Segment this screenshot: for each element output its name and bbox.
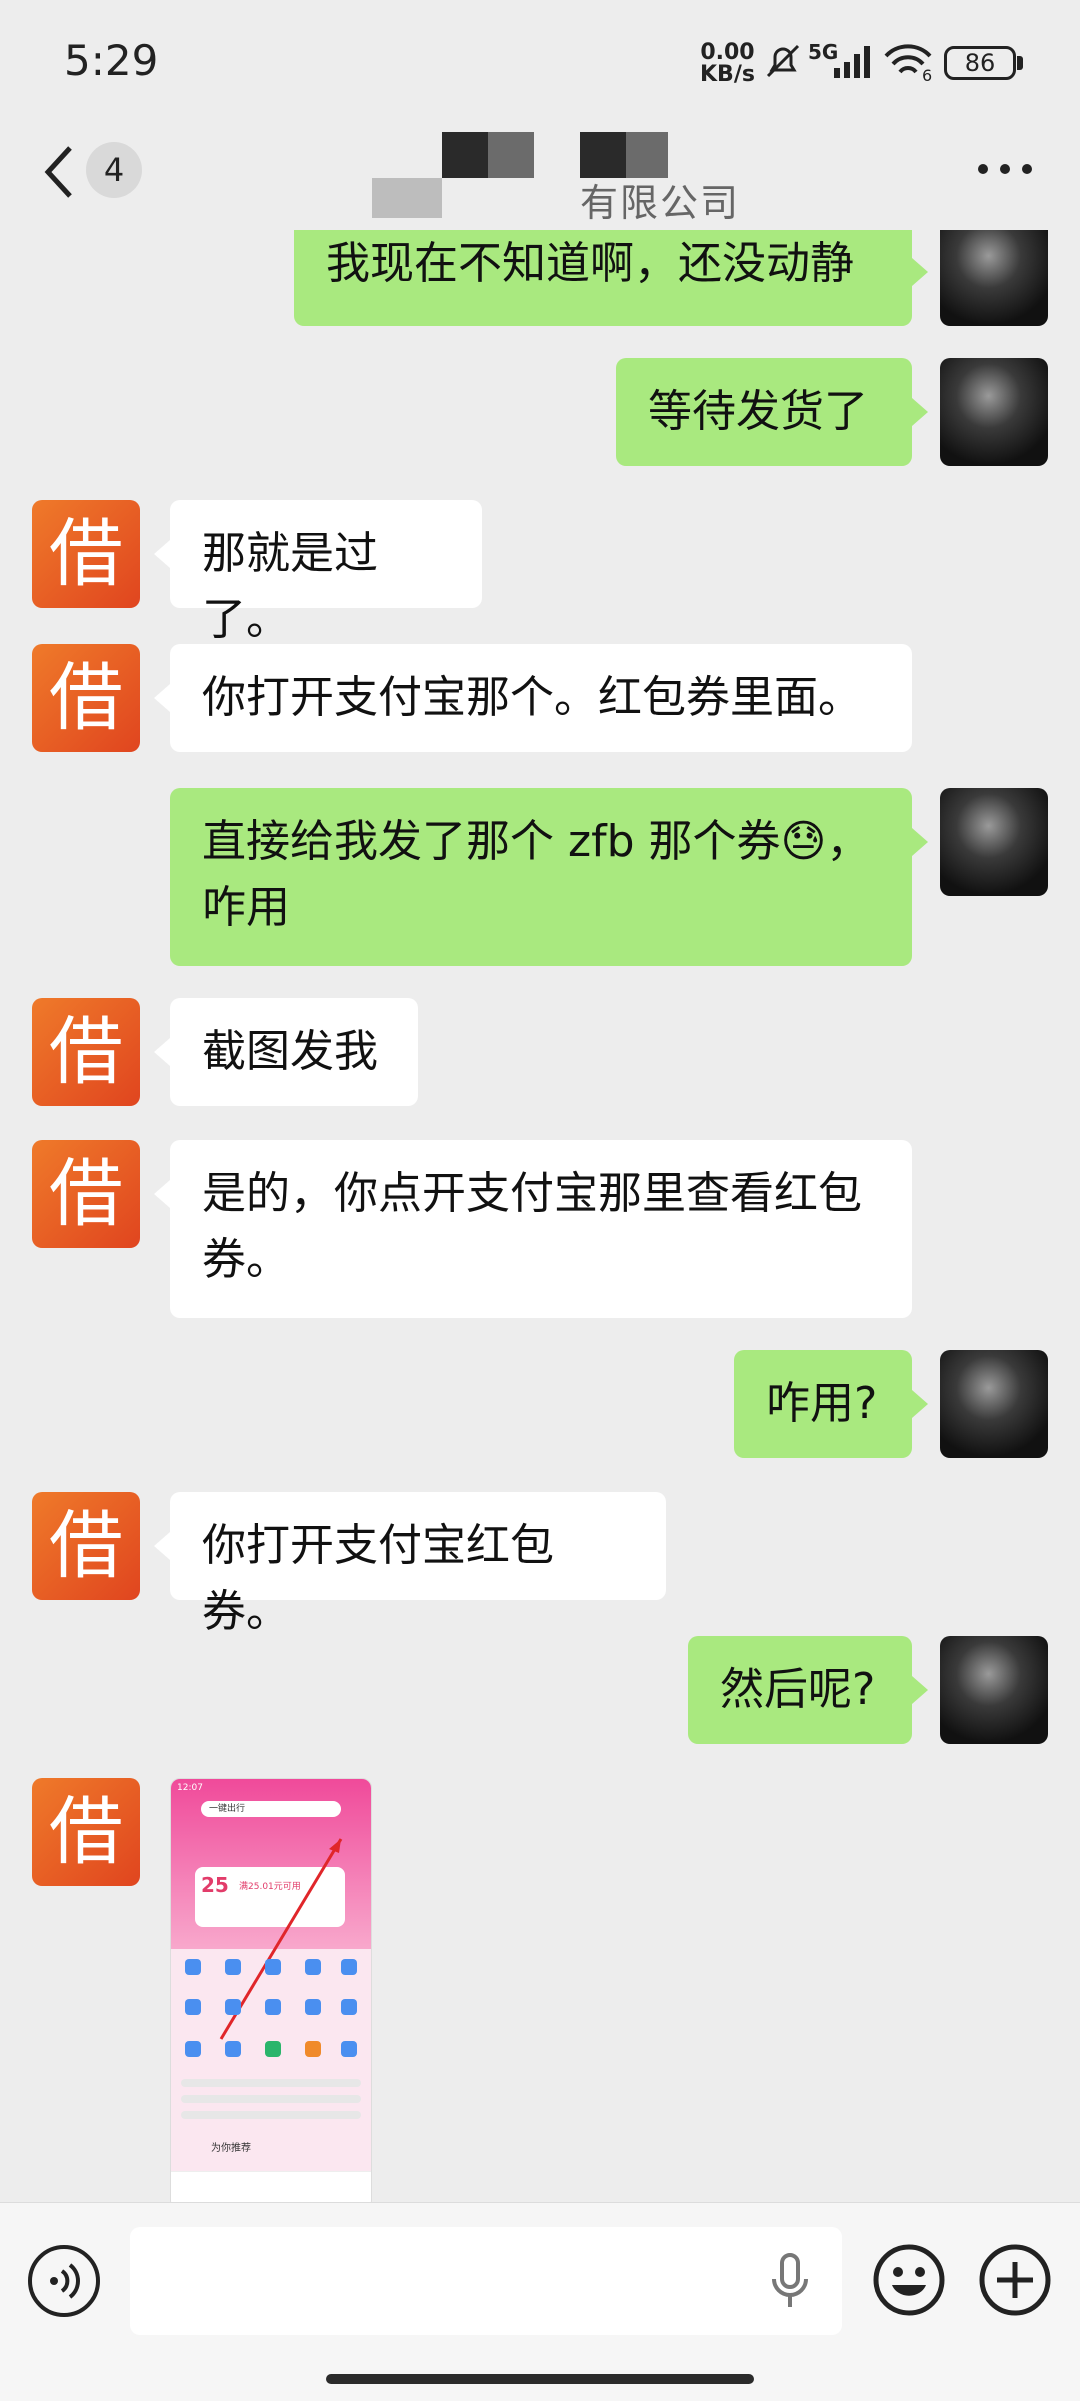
- mute-bell-icon: [766, 44, 800, 78]
- avatar-contact[interactable]: 借: [32, 500, 140, 608]
- avatar-glyph: 借: [49, 1151, 123, 1237]
- avatar-glyph: 借: [49, 655, 123, 741]
- message-bubble-self[interactable]: 然后呢?: [688, 1636, 912, 1744]
- avatar-self[interactable]: [940, 1636, 1048, 1744]
- status-bar: 5:29 0.00 KB/s 5G 6 86: [0, 0, 1080, 120]
- screenshot-list-row: [181, 2111, 361, 2119]
- title-mosaic-block: [442, 132, 488, 178]
- message-text: 我现在不知道啊，还没动静: [326, 238, 854, 289]
- more-dots-icon[interactable]: [978, 164, 1034, 176]
- bubble-tail: [912, 828, 928, 856]
- bubble-tail: [912, 258, 928, 286]
- message-text: 是的，你点开支付宝那里查看红包券。: [202, 1168, 862, 1285]
- screenshot-tabbar: [171, 2171, 371, 2202]
- title-mosaic-block: [372, 178, 442, 218]
- unread-count-badge: 4: [86, 142, 142, 198]
- screenshot-list-row: [181, 2095, 361, 2103]
- message-text: 然后呢?: [720, 1664, 876, 1715]
- message-bubble-self[interactable]: 我现在不知道啊，还没动静: [294, 230, 912, 326]
- screenshot-recommend: 为你推荐: [211, 2143, 251, 2154]
- plus-icon[interactable]: [978, 2243, 1052, 2317]
- message-bubble-contact[interactable]: 你打开支付宝红包券。: [170, 1492, 666, 1637]
- avatar-self[interactable]: [940, 788, 1048, 896]
- message-input[interactable]: [130, 2227, 842, 2335]
- input-bar: [0, 2202, 1080, 2401]
- home-indicator[interactable]: [326, 2374, 754, 2384]
- title-mosaic-block: [488, 132, 534, 178]
- message-bubble-contact[interactable]: 你打开支付宝那个。红包券里面。: [170, 644, 912, 752]
- message-bubble-self[interactable]: 等待发货了: [616, 358, 912, 466]
- bubble-tail: [912, 1676, 928, 1704]
- message-bubble-contact[interactable]: 是的，你点开支付宝那里查看红包券。: [170, 1140, 912, 1318]
- message-text: 截图发我: [202, 1026, 378, 1077]
- battery-indicator: 86: [944, 46, 1016, 80]
- message-text: 等待发货了: [648, 386, 868, 437]
- cell-signal-icon: [834, 46, 870, 78]
- bubble-tail: [154, 540, 170, 568]
- message-bubble-self[interactable]: 直接给我发了那个 zfb 那个券😓，咋用: [170, 788, 912, 966]
- avatar-glyph: 借: [49, 1789, 123, 1875]
- chat-header: 4 有限公司: [0, 120, 1080, 230]
- emoji-icon[interactable]: [872, 2243, 946, 2317]
- avatar-contact[interactable]: 借: [32, 644, 140, 752]
- avatar-self[interactable]: [940, 358, 1048, 466]
- chevron-left-icon[interactable]: [40, 142, 80, 202]
- bubble-tail: [154, 684, 170, 712]
- message-list[interactable]: 我现在不知道啊，还没动静 等待发货了 借 那就是过了。 借 你打开支付宝那个。红…: [0, 230, 1080, 2202]
- message-bubble-contact[interactable]: 截图发我: [170, 998, 418, 1106]
- avatar-contact[interactable]: 借: [32, 1778, 140, 1886]
- status-time: 5:29: [64, 36, 159, 85]
- message-text: 直接给我发了那个 zfb 那个券😓，咋用: [202, 816, 871, 933]
- battery-tip: [1017, 56, 1023, 70]
- message-bubble-contact[interactable]: 那就是过了。: [170, 500, 482, 645]
- bubble-tail: [912, 1390, 928, 1418]
- message-text: 你打开支付宝红包券。: [202, 1520, 554, 1637]
- message-text: 那就是过了。: [202, 528, 378, 645]
- bubble-tail: [154, 1180, 170, 1208]
- mic-icon[interactable]: [770, 2251, 810, 2311]
- network-speed: 0.00 KB/s: [700, 42, 755, 86]
- network-speed-unit: KB/s: [700, 62, 755, 87]
- avatar-glyph: 借: [49, 1009, 123, 1095]
- avatar-self[interactable]: [940, 1350, 1048, 1458]
- message-text: 你打开支付宝那个。红包券里面。: [202, 672, 862, 723]
- bubble-tail: [154, 1532, 170, 1560]
- avatar-self[interactable]: [940, 230, 1048, 326]
- screenshot-list-row: [181, 2079, 361, 2087]
- message-bubble-self[interactable]: 咋用?: [734, 1350, 912, 1458]
- red-arrow-annotation: [219, 1838, 343, 2040]
- screenshot-image-message[interactable]: 12:07 一键出行 25 满25.01元可用 为你推荐: [170, 1778, 372, 2202]
- avatar-glyph: 借: [49, 511, 123, 597]
- bubble-tail: [912, 398, 928, 426]
- bubble-tail: [154, 1038, 170, 1066]
- avatar-contact[interactable]: 借: [32, 1492, 140, 1600]
- network-speed-value: 0.00: [700, 40, 755, 65]
- voice-icon[interactable]: [28, 2245, 100, 2317]
- message-text: 咋用?: [766, 1378, 878, 1429]
- chat-title-text: 有限公司: [580, 181, 741, 225]
- avatar-contact[interactable]: 借: [32, 998, 140, 1106]
- wifi-sub-label: 6: [922, 66, 933, 85]
- avatar-contact[interactable]: 借: [32, 1140, 140, 1248]
- avatar-glyph: 借: [49, 1503, 123, 1589]
